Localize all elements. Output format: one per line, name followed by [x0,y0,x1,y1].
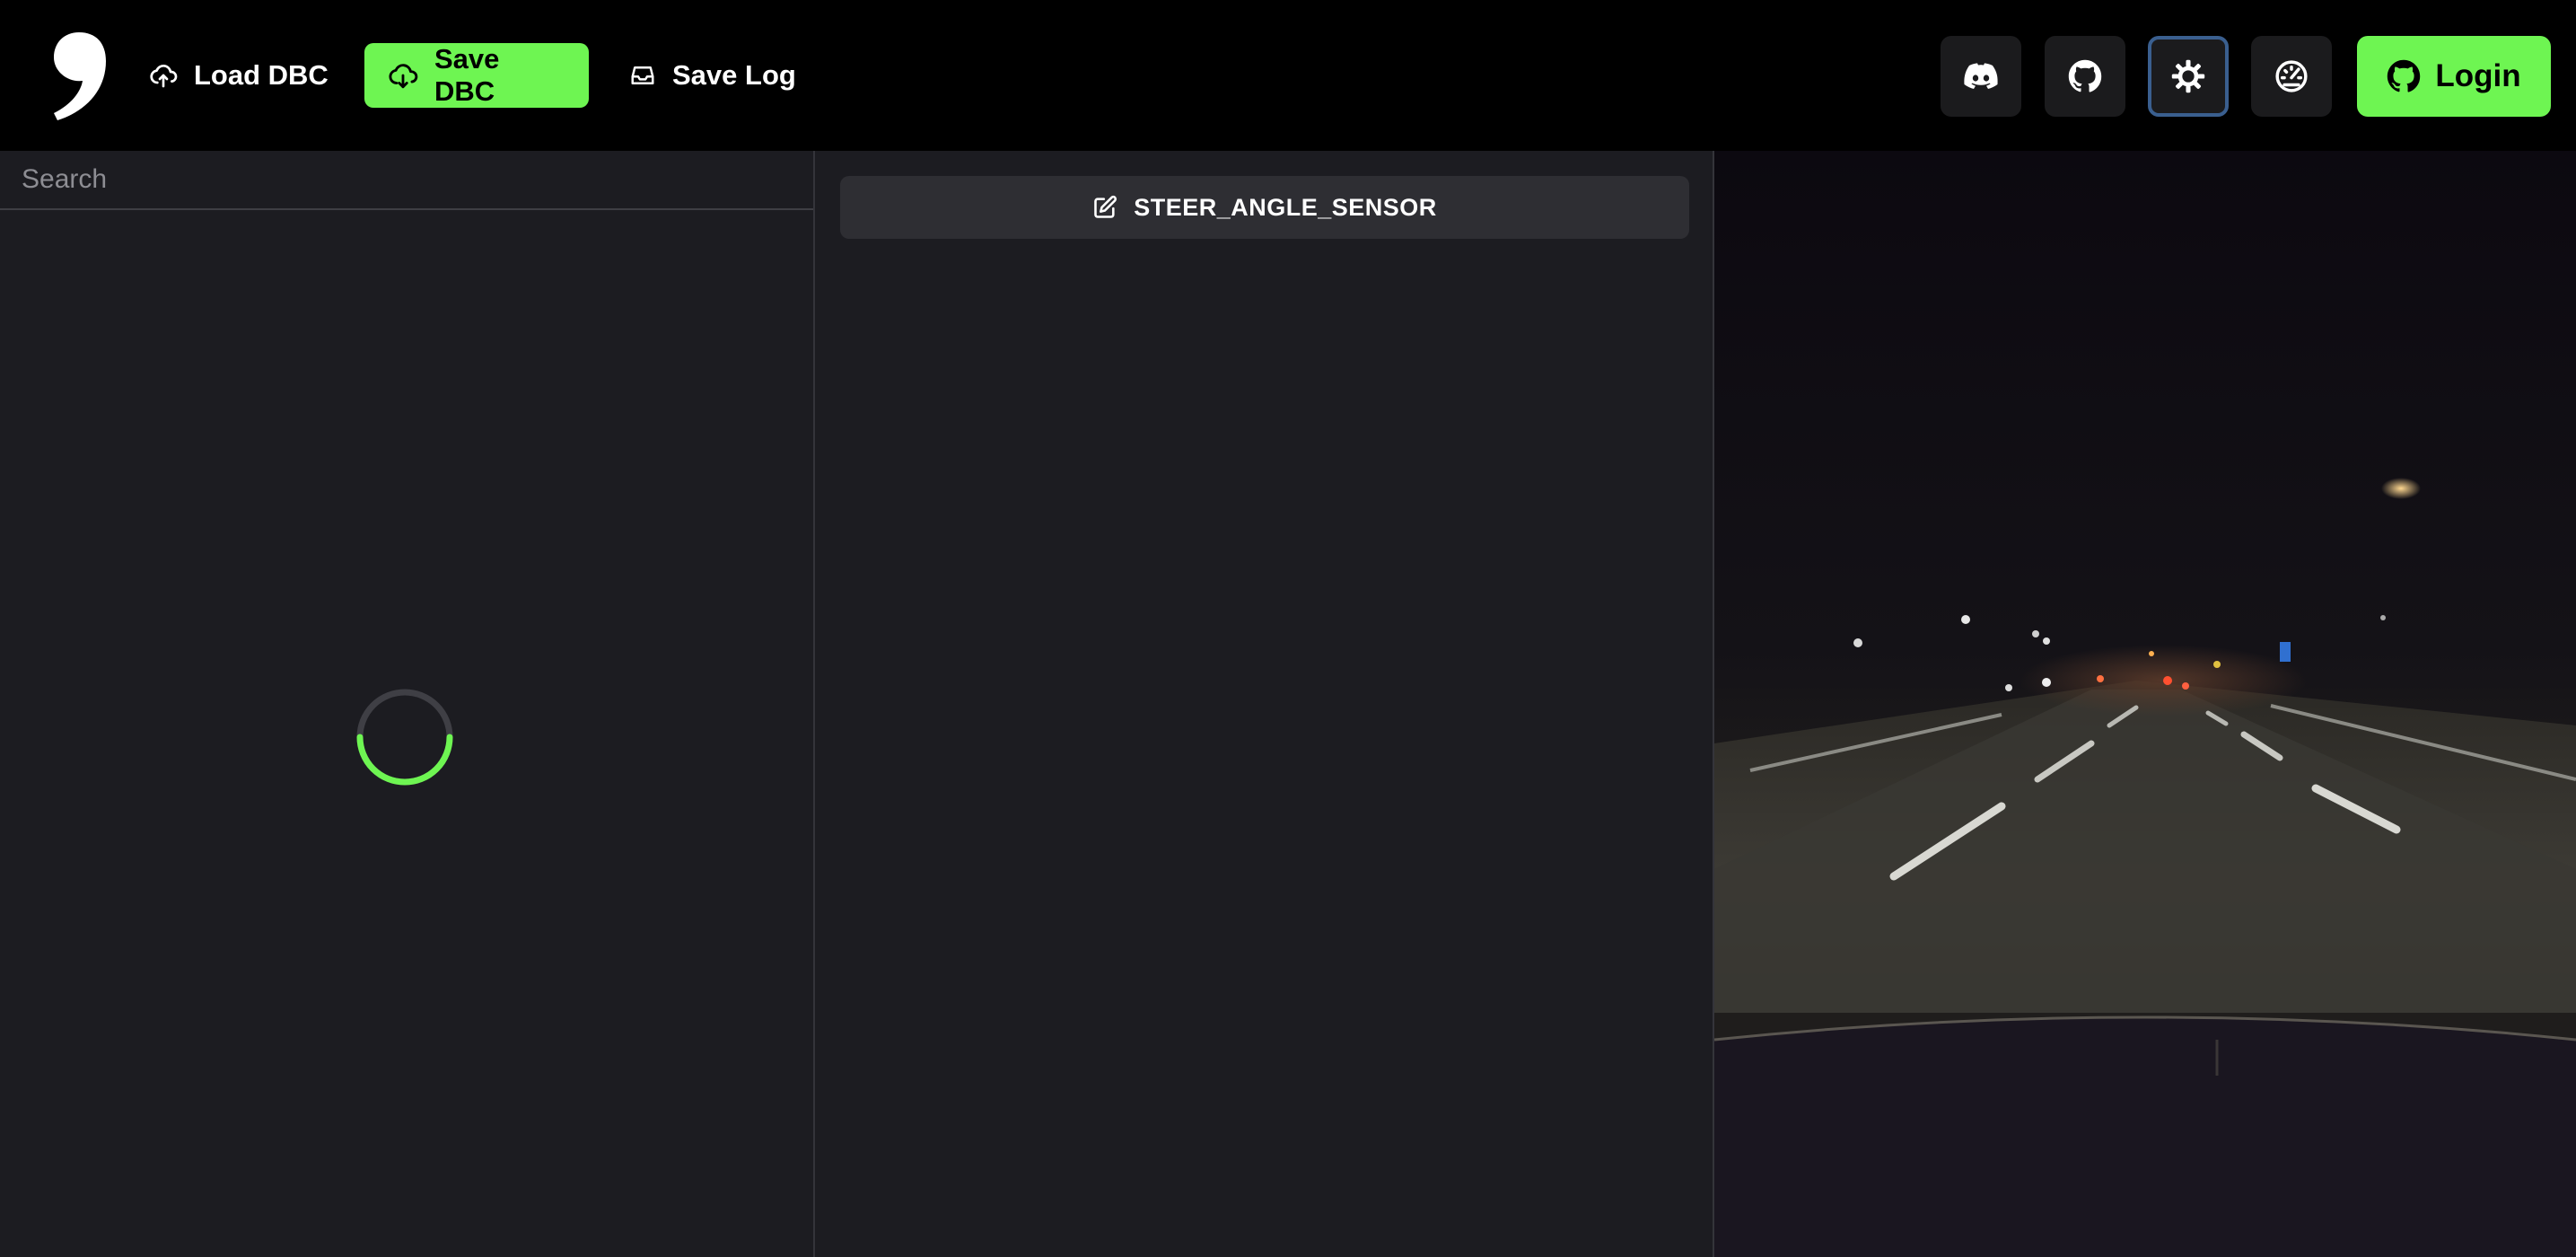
inbox-icon [631,66,654,84]
messages-panel [0,151,815,1257]
load-dbc-label: Load DBC [194,59,329,91]
search-input[interactable] [0,151,813,210]
save-log-button[interactable]: Save Log [606,43,819,108]
cloud-upload-icon [150,64,178,88]
save-dbc-button[interactable]: Save DBC [364,43,589,108]
speedometer-icon [2275,60,2308,92]
dashcam-video-frame [1714,151,2576,1257]
github-login-icon [2388,59,2421,92]
theme-toggle-button[interactable] [2148,36,2229,117]
app-header: Load DBC Save DBC Save Log Login [0,0,2576,151]
loading-spinner [356,689,453,786]
login-label: Login [2435,58,2521,93]
github-button[interactable] [2045,36,2125,117]
video-player[interactable] [1714,151,2576,1257]
load-dbc-button[interactable]: Load DBC [126,43,352,108]
edit-icon [1094,195,1117,218]
dashboard-button[interactable] [2251,36,2332,117]
comma-logo-icon[interactable] [47,31,108,120]
save-dbc-label: Save DBC [434,43,500,107]
sun-icon [2171,59,2205,93]
message-detail-panel: STEER_ANGLE_SENSOR [815,151,1714,1257]
message-name: STEER_ANGLE_SENSOR [1134,193,1437,221]
login-button[interactable]: Login [2357,36,2551,117]
cloud-download-icon [389,64,418,89]
edit-message-button[interactable]: STEER_ANGLE_SENSOR [840,176,1689,239]
save-log-label: Save Log [672,59,796,91]
discord-button[interactable] [1941,36,2021,117]
discord-icon [1964,63,1998,89]
github-icon [2068,59,2102,92]
